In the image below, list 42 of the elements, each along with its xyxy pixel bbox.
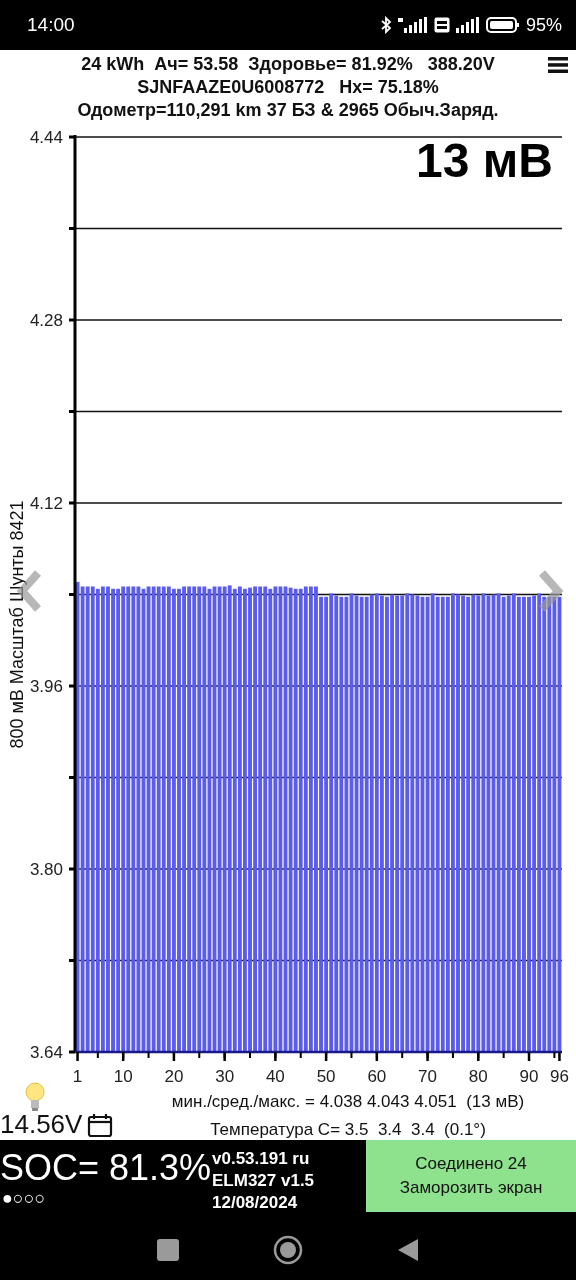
battery-icon xyxy=(485,16,520,34)
axis-label: 30 xyxy=(215,1067,235,1086)
axis-label: 90 xyxy=(519,1067,539,1086)
axis-label: 40 xyxy=(265,1067,285,1086)
axis-label: 50 xyxy=(316,1067,336,1086)
version-info: 12/08/2024 xyxy=(212,1192,299,1214)
signal-icon xyxy=(455,16,480,34)
calendar-icon[interactable] xyxy=(87,1111,114,1138)
axis-title: 800 мВ Масштаб Шунты 8421 xyxy=(7,500,27,749)
cell-voltage-stats: мин./сред./макс. = 4.038 4.043 4.051 (13 мВ) xyxy=(171,1092,525,1112)
signal-icon xyxy=(397,16,428,34)
clock-time: 14:00 xyxy=(27,14,75,36)
axis-label: 60 xyxy=(367,1067,387,1086)
axis-label: 3.96 xyxy=(29,677,63,696)
connection-status-button[interactable]: Соединено 24 Заморозить экран xyxy=(366,1140,576,1212)
axis-label: 96 xyxy=(550,1067,569,1086)
header-info: Одометр=110,291 km 37 БЗ & 2965 Обыч.Заряд. xyxy=(77,99,499,122)
axis-label: 4.12 xyxy=(29,494,63,513)
axis-label: 3.80 xyxy=(29,860,63,879)
chevron-right-icon[interactable] xyxy=(539,570,564,612)
axis-label: 4.28 xyxy=(29,311,63,330)
back-icon[interactable] xyxy=(397,1238,419,1262)
header-info: 24 kWh Ач= 53.58 Здоровье= 81.92% 388.20V xyxy=(81,53,495,76)
axis-label: 20 xyxy=(164,1067,184,1086)
version-info: ELM327 v1.5 xyxy=(212,1170,316,1192)
axis-label: 10 xyxy=(113,1067,133,1086)
header-info: SJNFAAZE0U6008772 Hx= 75.18% xyxy=(137,76,439,99)
version-info: v0.53.191 ru xyxy=(212,1148,311,1170)
aux-battery-voltage: 14.56V xyxy=(0,1109,83,1140)
axis-label: 4.44 xyxy=(29,128,63,147)
bluetooth-icon xyxy=(379,16,392,34)
page-indicator: ●○○○ xyxy=(2,1188,47,1209)
menu-icon[interactable] xyxy=(548,56,568,74)
axis-label: 70 xyxy=(418,1067,438,1086)
spread-reading: 13 мВ xyxy=(416,134,553,187)
light-bulb-icon[interactable] xyxy=(24,1082,46,1112)
home-icon[interactable] xyxy=(273,1235,303,1265)
axis-label: 80 xyxy=(468,1067,488,1086)
battery-percent: 95% xyxy=(525,14,562,36)
axis-label: 1 xyxy=(72,1067,83,1086)
axis-label: 3.64 xyxy=(29,1043,63,1062)
temperature-stats: Температура C= 3.5 3.4 3.4 (0.1°) xyxy=(210,1120,486,1140)
